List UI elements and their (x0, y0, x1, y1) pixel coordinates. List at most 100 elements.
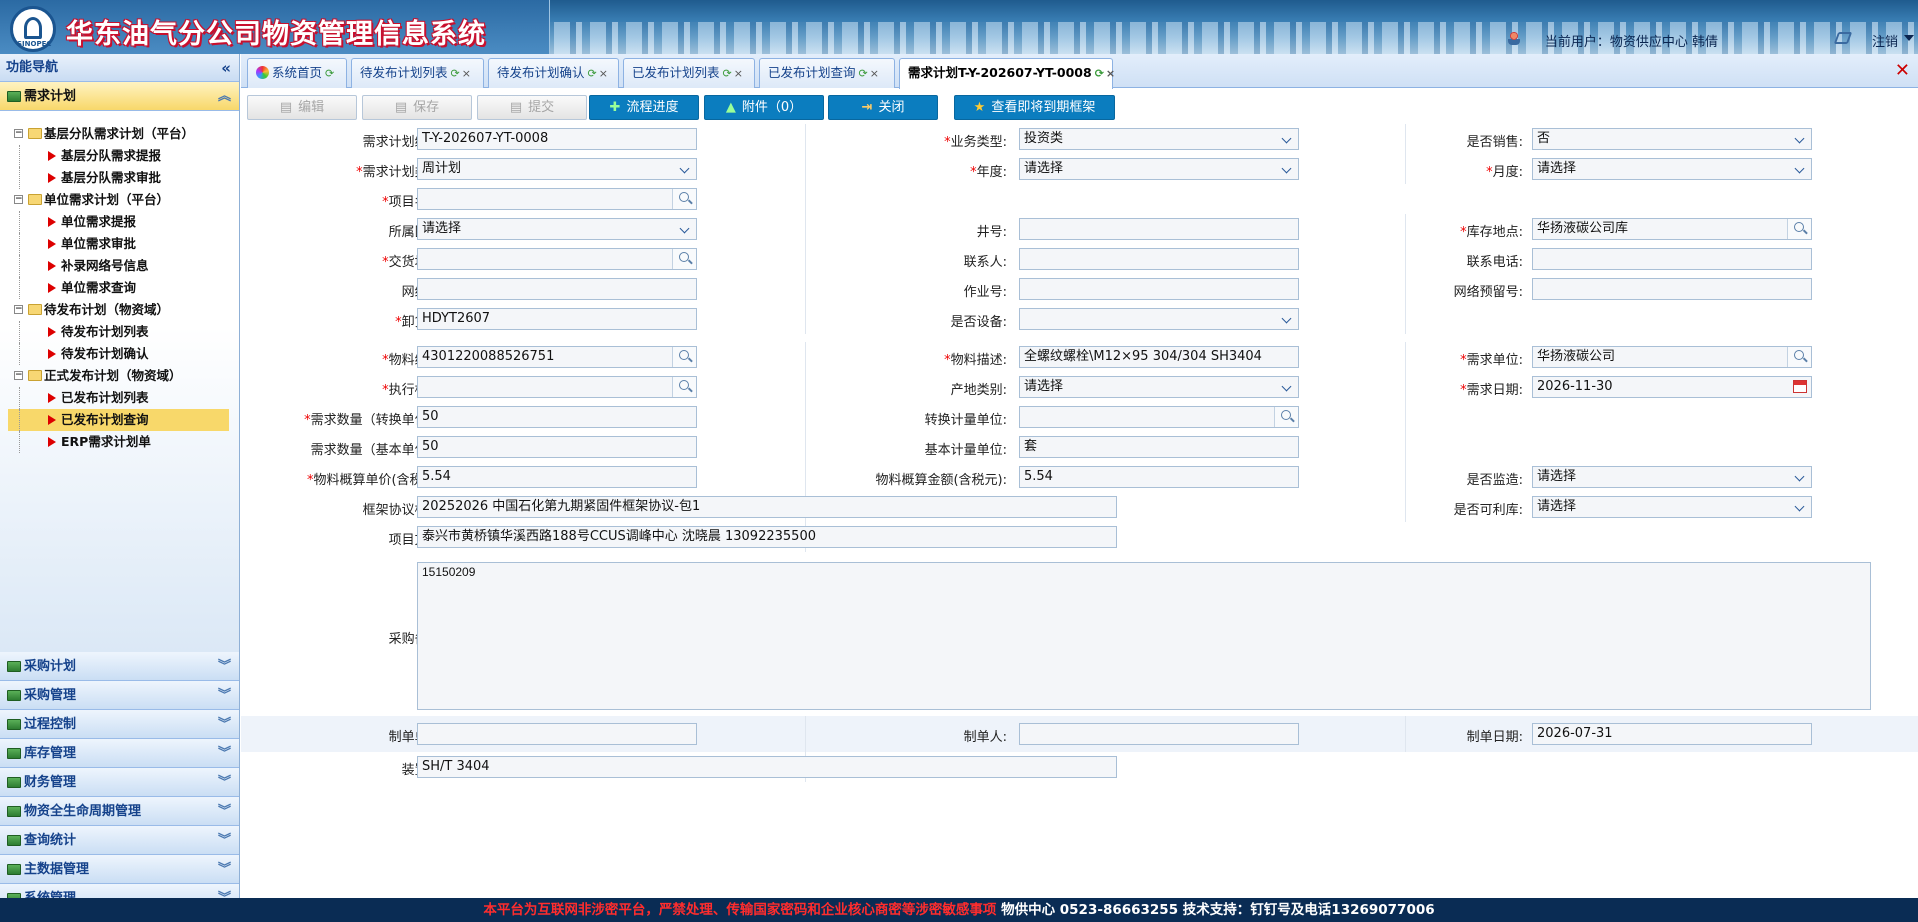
select-biz-type[interactable]: 投资类 (1019, 128, 1299, 150)
sidebar-section[interactable]: 采购计划 ︾ (0, 652, 239, 681)
refresh-icon[interactable]: ⟳ (723, 67, 732, 80)
tree-folder[interactable]: − 基层分队需求计划（平台） (8, 123, 239, 145)
collapse-node-icon[interactable]: − (14, 371, 23, 380)
input-well-no[interactable] (1019, 218, 1299, 240)
input-unload-point[interactable]: HDYT2607 (417, 308, 697, 330)
input-phone[interactable] (1532, 248, 1812, 270)
input-network-no[interactable] (417, 278, 697, 300)
select-month[interactable]: 请选择 (1532, 158, 1812, 180)
select-is-sale[interactable]: 否 (1532, 128, 1812, 150)
tree-item[interactable]: 单位需求提报 (8, 211, 239, 233)
sidebar-section[interactable]: 查询统计 ︾ (0, 826, 239, 855)
input-qty-conv[interactable]: 50 (417, 406, 697, 428)
sidebar-section-demand-plan[interactable]: 需求计划 ︽ (0, 82, 239, 111)
sidebar-section[interactable]: 物资全生命周期管理 ︾ (0, 797, 239, 826)
save-button[interactable]: ▤ 保存 (362, 95, 472, 120)
input-net-reserve-no[interactable] (1532, 278, 1812, 300)
tree-item[interactable]: 单位需求审批 (8, 233, 239, 255)
tree-folder[interactable]: − 单位需求计划（平台） (8, 189, 239, 211)
input-conv-unit[interactable] (1019, 406, 1299, 428)
sidebar-section[interactable]: 过程控制 ︾ (0, 710, 239, 739)
sidebar-section[interactable]: 财务管理 ︾ (0, 768, 239, 797)
input-maker[interactable] (1019, 723, 1299, 745)
chevron-up-icon[interactable]: ︽ (218, 82, 231, 111)
tab[interactable]: 待发布计划确认 ⟳ × (488, 58, 619, 88)
close-tab-icon[interactable]: × (1106, 67, 1115, 80)
search-lookup-icon[interactable] (672, 377, 696, 397)
tree-item[interactable]: 单位需求查询 (8, 277, 239, 299)
tree-item[interactable]: 基层分队需求提报 (8, 145, 239, 167)
edit-button[interactable]: ▤ 编辑 (247, 95, 357, 120)
search-lookup-icon[interactable] (1274, 407, 1298, 427)
input-material-code[interactable]: 4301220088526751 (417, 346, 697, 368)
input-unit-price[interactable]: 5.54 (417, 466, 697, 488)
close-tab-icon[interactable]: × (870, 67, 879, 80)
input-base-unit[interactable]: 套 (1019, 436, 1299, 458)
close-tab-icon[interactable]: × (462, 67, 471, 80)
select-origin-type[interactable]: 请选择 (1019, 376, 1299, 398)
input-material-desc[interactable]: 全螺纹螺栓\M12×95 304/304 SH3404 (1019, 346, 1299, 368)
search-lookup-icon[interactable] (672, 249, 696, 269)
chevron-down-icon[interactable]: ︾ (218, 710, 231, 739)
tree-item[interactable]: 待发布计划列表 (8, 321, 239, 343)
view-expiring-framework-button[interactable]: ★ 查看即将到期框架 (954, 95, 1115, 120)
chevron-down-icon[interactable]: ︾ (218, 826, 231, 855)
collapse-node-icon[interactable]: − (14, 129, 23, 138)
search-lookup-icon[interactable] (1787, 347, 1811, 367)
collapse-node-icon[interactable]: − (14, 305, 23, 314)
input-exec-standard[interactable] (417, 376, 697, 398)
input-framework[interactable]: 20252026 中国石化第九期紧固件框架协议-包1 (417, 496, 1117, 518)
tab[interactable]: 已发布计划查询 ⟳ × (759, 58, 895, 88)
input-project-name[interactable] (417, 188, 697, 210)
refresh-icon[interactable]: ⟳ (325, 67, 334, 80)
input-stock-loc[interactable]: 华扬液碳公司库 (1532, 218, 1812, 240)
tab[interactable]: 待发布计划列表 ⟳ × (351, 58, 484, 88)
collapse-sidebar-icon[interactable]: « (221, 54, 231, 82)
input-make-date[interactable]: 2026-07-31 (1532, 723, 1812, 745)
submit-button[interactable]: ▤ 提交 (477, 95, 587, 120)
tree-item[interactable]: ERP需求计划单 (8, 431, 239, 453)
user-menu-dropdown-icon[interactable] (1904, 35, 1914, 41)
tree-item[interactable]: 基层分队需求审批 (8, 167, 239, 189)
tab[interactable]: 系统首页 ⟳ (247, 58, 347, 88)
chevron-down-icon[interactable]: ︾ (218, 681, 231, 710)
chevron-down-icon[interactable]: ︾ (218, 739, 231, 768)
input-purchase-note[interactable] (417, 562, 1871, 710)
select-year[interactable]: 请选择 (1019, 158, 1299, 180)
collapse-node-icon[interactable]: − (14, 195, 23, 204)
input-demand-unit[interactable]: 华扬液碳公司 (1532, 346, 1812, 368)
sidebar-section[interactable]: 采购管理 ︾ (0, 681, 239, 710)
select-reusable[interactable]: 请选择 (1532, 496, 1812, 518)
refresh-icon[interactable]: ⟳ (588, 67, 597, 80)
search-lookup-icon[interactable] (672, 347, 696, 367)
input-qty-base[interactable]: 50 (417, 436, 697, 458)
input-maker-unit[interactable] (417, 723, 697, 745)
chevron-down-icon[interactable]: ︾ (218, 797, 231, 826)
select-region[interactable]: 请选择 (417, 218, 697, 240)
input-plan-no[interactable]: T-Y-202607-YT-0008 (417, 128, 697, 150)
select-supervise[interactable]: 请选择 (1532, 466, 1812, 488)
input-contact[interactable] (1019, 248, 1299, 270)
tab[interactable]: 已发布计划列表 ⟳ × (623, 58, 755, 88)
tree-item[interactable]: 已发布计划查询 (8, 409, 229, 431)
sidebar-section[interactable]: 主数据管理 ︾ (0, 855, 239, 884)
refresh-icon[interactable]: ⟳ (859, 67, 868, 80)
close-all-tabs-icon[interactable]: ✕ (1895, 60, 1910, 81)
input-project-text[interactable]: 泰兴市黄桥镇华溪西路188号CCUS调峰中心 沈晓晨 13092235500 (417, 526, 1117, 548)
chevron-down-icon[interactable]: ︾ (218, 652, 231, 681)
close-tab-icon[interactable]: × (599, 67, 608, 80)
sidebar-section[interactable]: 库存管理 ︾ (0, 739, 239, 768)
input-amount[interactable]: 5.54 (1019, 466, 1299, 488)
chevron-down-icon[interactable]: ︾ (218, 855, 231, 884)
select-is-equipment[interactable] (1019, 308, 1299, 330)
close-button[interactable]: ⇥ 关闭 (828, 95, 938, 120)
input-demand-date[interactable]: 2026-11-30 (1532, 376, 1812, 398)
flow-progress-button[interactable]: ✚ 流程进度 (589, 95, 699, 120)
logout-link[interactable]: 注销 (1872, 31, 1898, 50)
refresh-icon[interactable]: ⟳ (451, 67, 460, 80)
tree-folder[interactable]: − 正式发布计划（物资域） (8, 365, 239, 387)
calendar-icon[interactable] (1793, 380, 1807, 393)
select-plan-type[interactable]: 周计划 (417, 158, 697, 180)
input-job-no[interactable] (1019, 278, 1299, 300)
refresh-icon[interactable]: ⟳ (1095, 67, 1104, 80)
